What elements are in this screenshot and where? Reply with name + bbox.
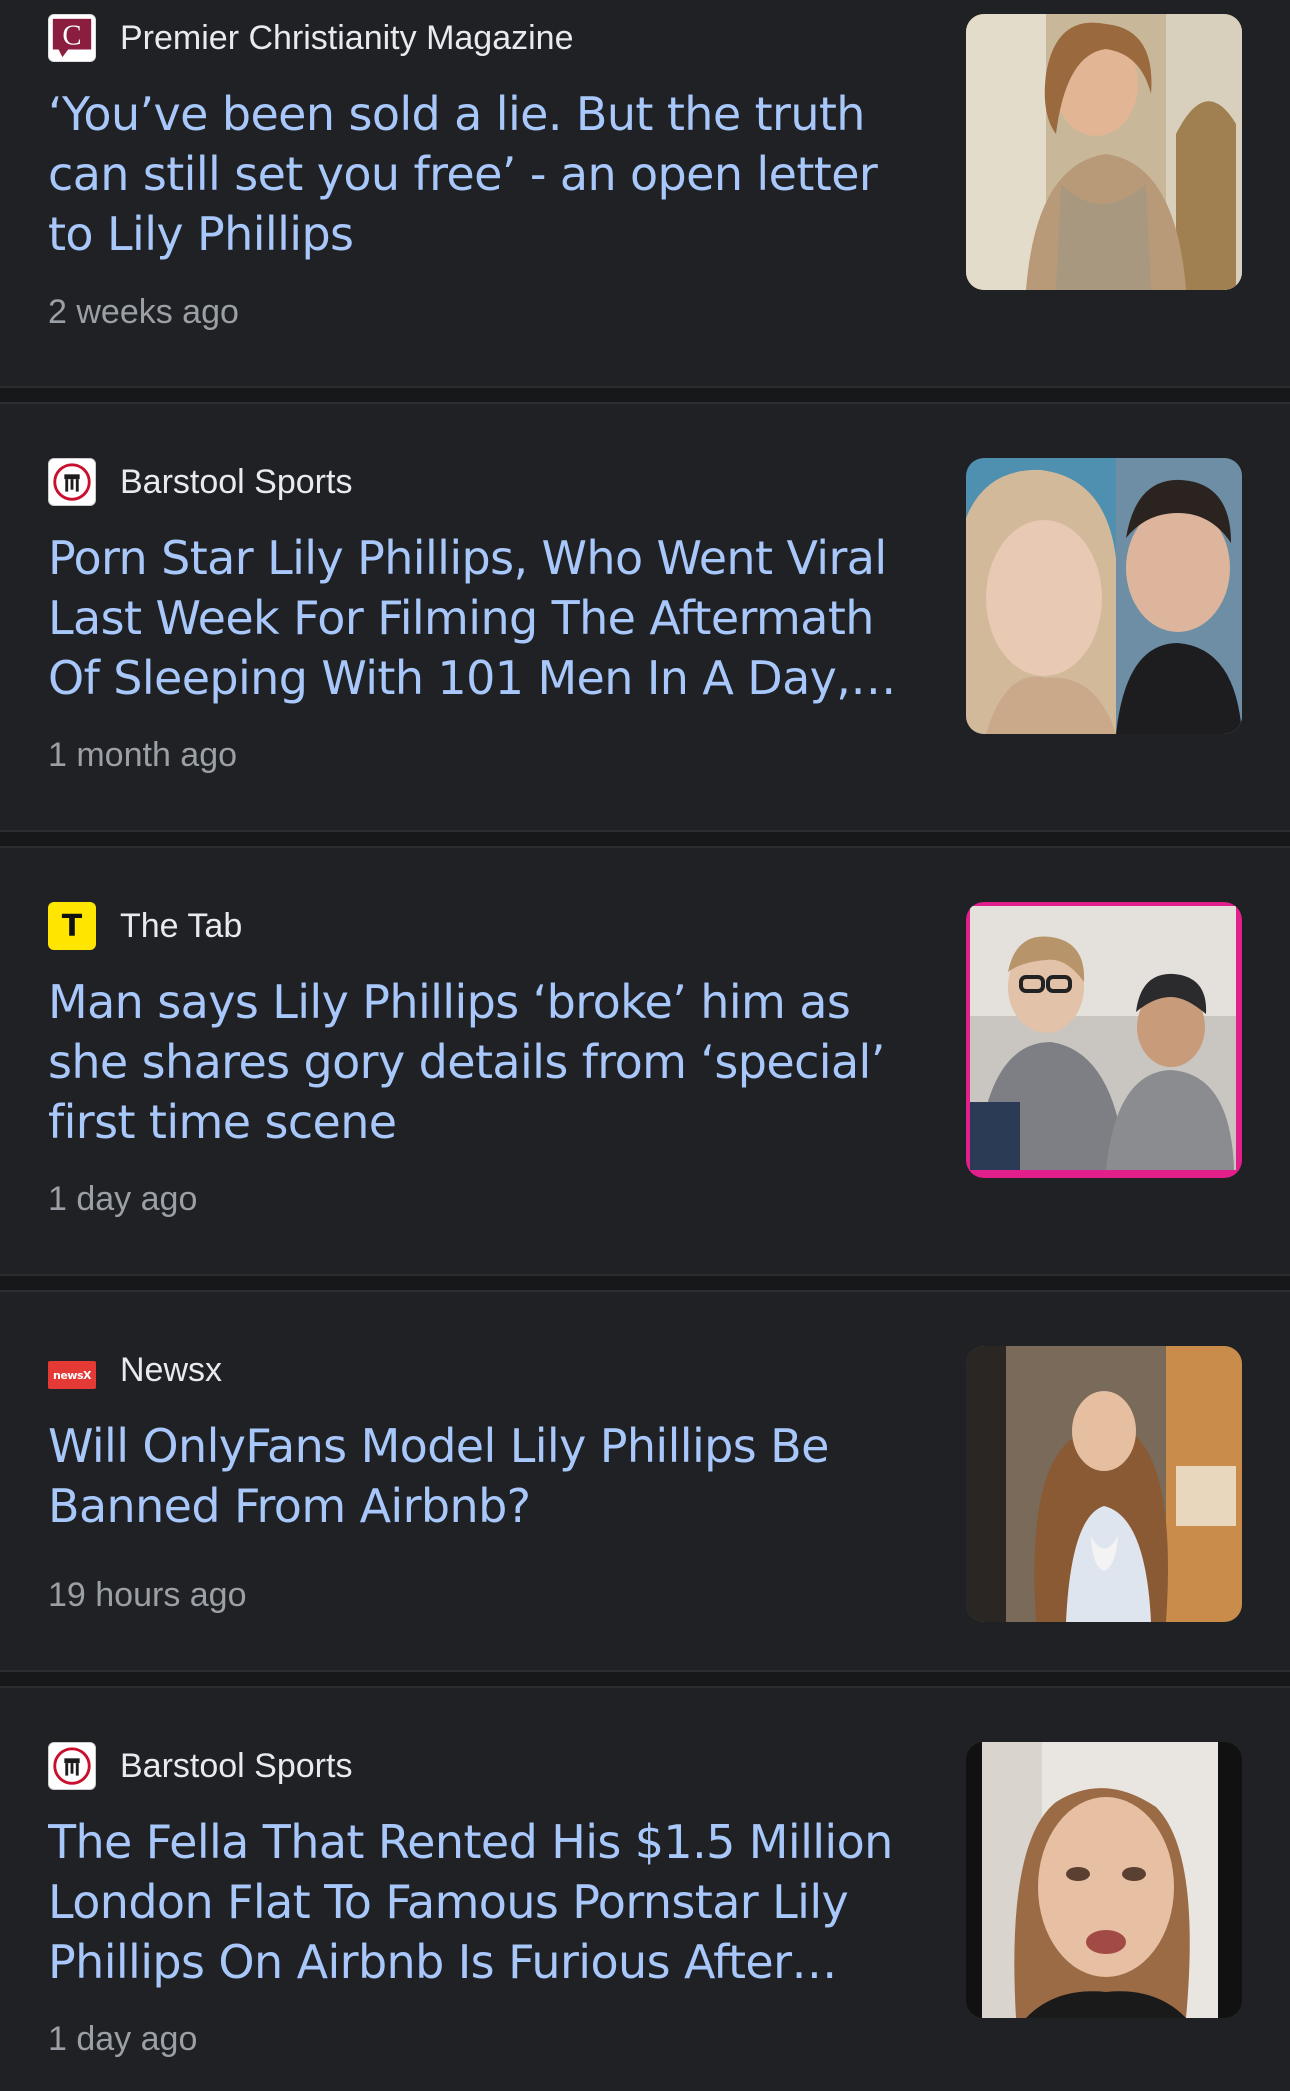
source-row: T The Tab [48,902,242,950]
source-row: C Premier Christianity Magazine [48,14,574,62]
source-name: Barstool Sports [120,1746,353,1785]
premier-christianity-logo-icon: C [48,14,96,62]
the-tab-logo-icon: T [48,902,96,950]
barstool-sports-logo-icon [48,1742,96,1790]
article-headline[interactable]: ‘You’ve been sold a lie. But the truth c… [48,84,918,264]
article-headline[interactable]: Porn Star Lily Phillips, Who Went Viral … [48,528,918,708]
premier-logo-letter: C [62,20,81,52]
article-thumbnail[interactable] [966,902,1242,1178]
article-thumbnail[interactable] [966,14,1242,290]
article-time: 1 month ago [48,736,238,774]
article-thumbnail[interactable] [966,1346,1242,1622]
card-divider [0,1670,1290,1688]
card-divider [0,830,1290,848]
card-divider [0,1274,1290,1292]
article-headline[interactable]: Man says Lily Phillips ‘broke’ him as sh… [48,972,918,1152]
article-time: 19 hours ago [48,1576,247,1614]
article-headline[interactable]: The Fella That Rented His $1.5 Million L… [48,1812,918,1992]
news-card-5[interactable]: Barstool Sports The Fella That Rented Hi… [0,1688,1290,2091]
newsx-logo-icon: newsX [48,1361,96,1389]
barstool-sports-logo-icon [48,458,96,506]
news-card-1[interactable]: C Premier Christianity Magazine ‘You’ve … [0,0,1290,388]
news-card-3[interactable]: T The Tab Man says Lily Phillips ‘broke’… [0,848,1290,1276]
source-row: Barstool Sports [48,458,352,506]
article-time: 1 day ago [48,2020,198,2058]
news-card-2[interactable]: Barstool Sports Porn Star Lily Phillips,… [0,404,1290,832]
source-name: Barstool Sports [120,462,353,501]
article-time: 2 weeks ago [48,293,239,331]
tab-logo-letter: T [61,908,83,944]
article-thumbnail[interactable] [966,458,1242,734]
source-name: The Tab [120,906,243,945]
article-thumbnail[interactable] [966,1742,1242,2018]
source-row: newsX Newsx [48,1346,222,1394]
source-name: Newsx [120,1350,223,1389]
source-row: Barstool Sports [48,1742,352,1790]
newsx-logo-text: newsX [53,1368,91,1382]
article-headline[interactable]: Will OnlyFans Model Lily Phillips Be Ban… [48,1416,918,1536]
card-divider [0,386,1290,404]
source-name: Premier Christianity Magazine [120,18,574,57]
news-card-4[interactable]: newsX Newsx Will OnlyFans Model Lily Phi… [0,1292,1290,1672]
article-time: 1 day ago [48,1180,198,1218]
news-feed: C Premier Christianity Magazine ‘You’ve … [0,0,1290,2091]
